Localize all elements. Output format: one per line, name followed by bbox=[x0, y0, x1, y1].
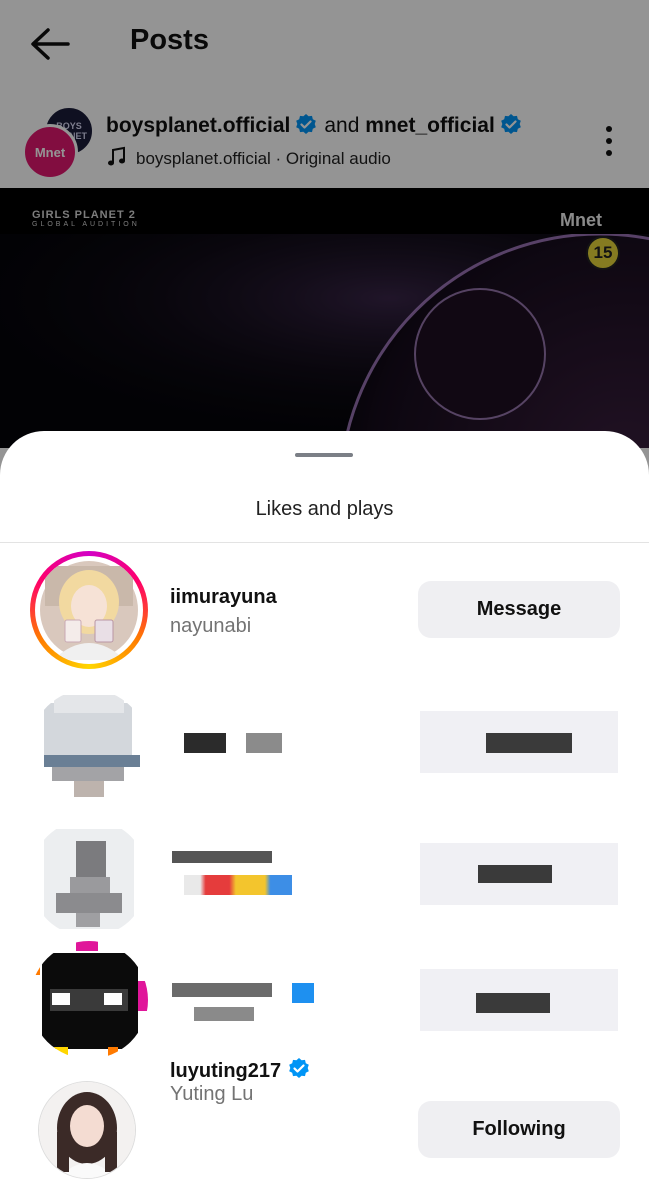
username[interactable]: iimurayuna bbox=[170, 586, 277, 609]
redacted-button-label bbox=[486, 733, 572, 753]
pixelated-avatar bbox=[44, 695, 140, 797]
sheet-title: Likes and plays bbox=[255, 498, 394, 520]
redacted-username bbox=[184, 733, 226, 753]
divider bbox=[0, 542, 649, 543]
message-button[interactable]: Message bbox=[418, 581, 620, 638]
username[interactable]: luyuting217 bbox=[170, 1057, 311, 1083]
avatar bbox=[40, 561, 138, 660]
drag-handle[interactable] bbox=[295, 453, 353, 457]
avatar[interactable] bbox=[30, 941, 148, 1059]
pixelated-avatar bbox=[30, 941, 148, 1057]
likes-bottom-sheet: Likes and plays iimurayuna nayunabi Mess… bbox=[0, 431, 649, 1200]
user-row[interactable] bbox=[0, 689, 649, 809]
avatar[interactable] bbox=[38, 1081, 136, 1179]
redacted-username bbox=[172, 851, 272, 863]
redacted-button-label bbox=[476, 993, 550, 1013]
avatar-story-ring[interactable] bbox=[30, 551, 148, 669]
verified-badge-icon bbox=[289, 1058, 309, 1078]
redacted-button-label bbox=[478, 865, 552, 883]
avatar[interactable] bbox=[30, 819, 148, 937]
following-button[interactable]: Following bbox=[418, 1101, 620, 1158]
user-row[interactable]: iimurayuna nayunabi Message bbox=[0, 551, 649, 671]
avatar-photo bbox=[39, 1082, 135, 1178]
avatar[interactable] bbox=[30, 689, 148, 807]
full-name: Yuting Lu bbox=[170, 1083, 254, 1105]
redacted-username bbox=[246, 733, 282, 753]
redacted-full-name bbox=[184, 875, 292, 895]
redacted-username bbox=[172, 983, 272, 997]
pixelated-avatar bbox=[44, 829, 134, 929]
user-row[interactable]: luyuting217 Yuting Lu Following bbox=[0, 1058, 649, 1201]
username-text[interactable]: luyuting217 bbox=[170, 1060, 281, 1082]
user-row[interactable] bbox=[0, 819, 649, 939]
user-row[interactable] bbox=[0, 941, 649, 1061]
redacted-full-name bbox=[194, 1007, 254, 1021]
full-name: nayunabi bbox=[170, 615, 252, 637]
redacted-username bbox=[292, 983, 314, 1003]
